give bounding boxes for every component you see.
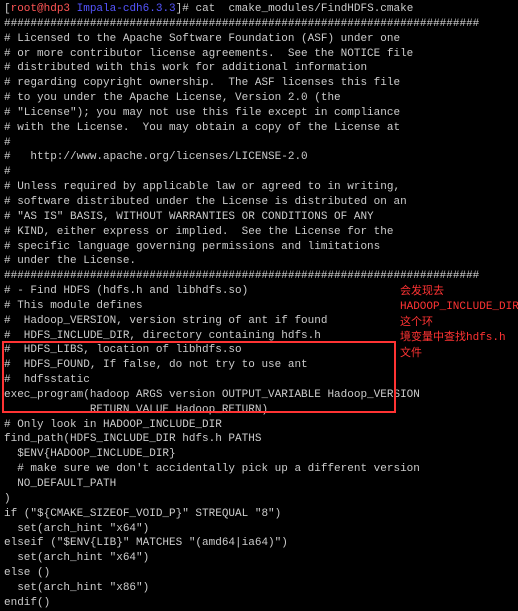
file-line: # hdfsstatic xyxy=(4,373,514,388)
prompt-open: [ xyxy=(4,3,11,15)
file-line: # distributed with this work for additio… xyxy=(4,61,514,76)
file-line: # with the License. You may obtain a cop… xyxy=(4,121,514,136)
prompt-cmd: cat cmake_modules/FindHDFS.cmake xyxy=(195,3,413,15)
file-line: $ENV{HADOOP_INCLUDE_DIR} xyxy=(4,447,514,462)
file-line: # regarding copyright ownership. The ASF… xyxy=(4,76,514,91)
file-line: set(arch_hint "x86") xyxy=(4,581,514,596)
file-line: # http://www.apache.org/licenses/LICENSE… xyxy=(4,150,514,165)
file-line: # under the License. xyxy=(4,254,514,269)
prompt-path: Impala-cdh6.3.3 xyxy=(70,3,176,15)
file-line: # specific language governing permission… xyxy=(4,240,514,255)
annotation-text: 会发现去 HADOOP_INCLUDE_DIR这个环 境变量中查找hdfs.h文… xyxy=(400,285,512,362)
file-line: # "AS IS" BASIS, WITHOUT WARRANTIES OR C… xyxy=(4,210,514,225)
prompt-line: [root@hdp3 Impala-cdh6.3.3]# cat cmake_m… xyxy=(4,2,514,17)
annotation-line2: HADOOP_INCLUDE_DIR这个环 xyxy=(400,300,512,331)
file-line: # or more contributor license agreements… xyxy=(4,47,514,62)
file-line: if ("${CMAKE_SIZEOF_VOID_P}" STREQUAL "8… xyxy=(4,507,514,522)
file-line: ########################################… xyxy=(4,17,514,32)
file-line: set(arch_hint "x64") xyxy=(4,551,514,566)
file-line: # to you under the Apache License, Versi… xyxy=(4,91,514,106)
file-line: ########################################… xyxy=(4,269,514,284)
file-line: elseif ("$ENV{LIB}" MATCHES "(amd64|ia64… xyxy=(4,536,514,551)
file-line: else () xyxy=(4,566,514,581)
file-line: # Licensed to the Apache Software Founda… xyxy=(4,32,514,47)
file-line: endif() xyxy=(4,596,514,611)
file-line: # make sure we don't accidentally pick u… xyxy=(4,462,514,477)
annotation-line3: 境变量中查找hdfs.h文件 xyxy=(400,331,512,362)
file-line: # software distributed under the License… xyxy=(4,195,514,210)
file-line: # KIND, either express or implied. See t… xyxy=(4,225,514,240)
prompt-close: ]# xyxy=(176,3,196,15)
file-line: # xyxy=(4,165,514,180)
file-line: ) xyxy=(4,492,514,507)
prompt-host: hdp3 xyxy=(44,3,70,15)
file-line: RETURN_VALUE Hadoop_RETURN) xyxy=(4,403,514,418)
file-line: find_path(HDFS_INCLUDE_DIR hdfs.h PATHS xyxy=(4,432,514,447)
annotation-line1: 会发现去 xyxy=(400,285,512,300)
file-line: # "License"); you may not use this file … xyxy=(4,106,514,121)
file-line: exec_program(hadoop ARGS version OUTPUT_… xyxy=(4,388,514,403)
prompt-at: @ xyxy=(37,3,44,15)
file-line: set(arch_hint "x64") xyxy=(4,522,514,537)
file-line: # Unless required by applicable law or a… xyxy=(4,180,514,195)
prompt-user: root xyxy=(11,3,37,15)
file-line: # xyxy=(4,136,514,151)
file-line: # Only look in HADOOP_INCLUDE_DIR xyxy=(4,418,514,433)
file-line: NO_DEFAULT_PATH xyxy=(4,477,514,492)
